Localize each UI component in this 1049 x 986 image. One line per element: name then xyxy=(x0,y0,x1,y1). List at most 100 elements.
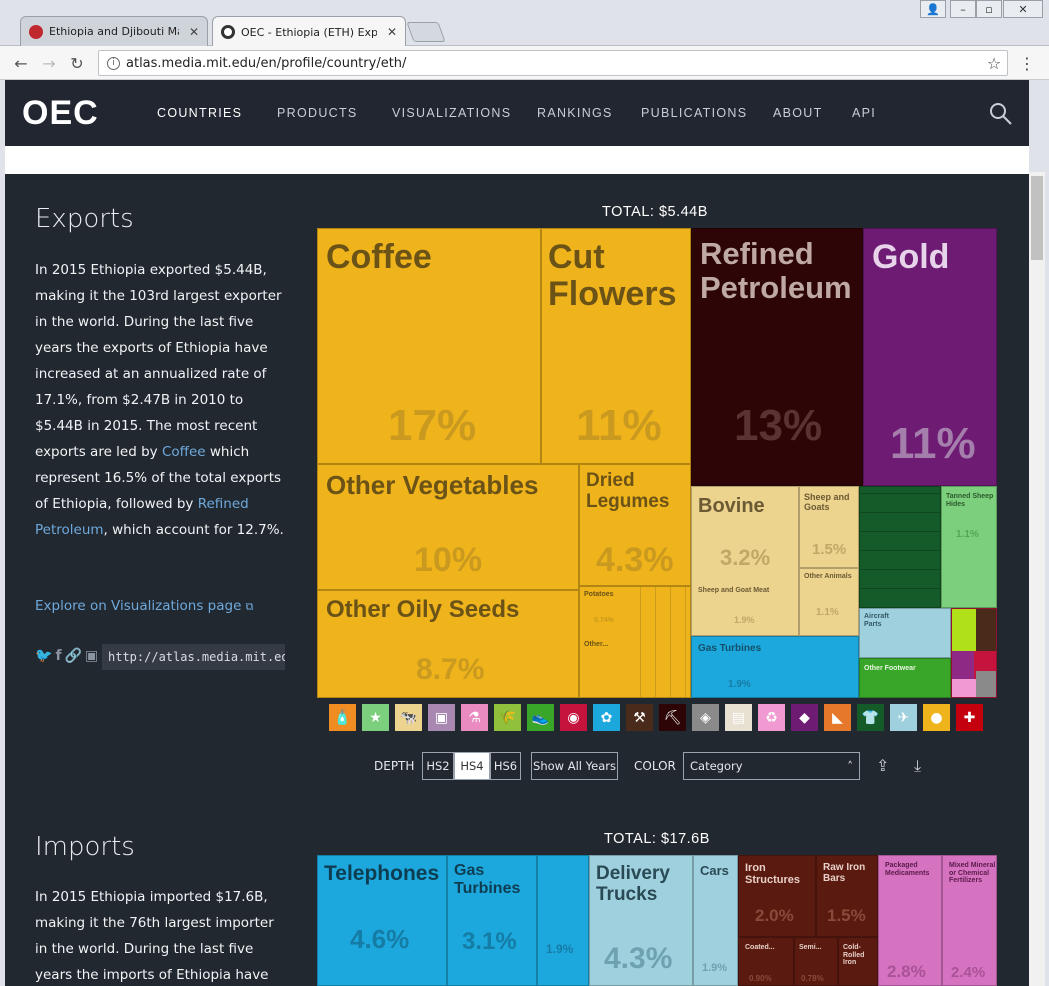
search-icon[interactable] xyxy=(989,102,1013,126)
category-icon-12[interactable]: ◈ xyxy=(692,704,719,731)
treemap-green-block[interactable] xyxy=(859,486,941,608)
tile-pct: 0.78% xyxy=(801,974,824,983)
imports-tile-electrical[interactable]: 1.9% xyxy=(537,855,589,986)
twitter-icon[interactable]: 🐦 xyxy=(35,648,52,664)
image-icon[interactable]: ▣ xyxy=(85,648,98,664)
site-logo[interactable]: OEC xyxy=(22,94,99,133)
page-scrollbar[interactable] xyxy=(1029,172,1045,986)
imports-tile-delivery-trucks[interactable]: Delivery Trucks 4.3% xyxy=(589,855,693,986)
category-icon-4[interactable]: ▣ xyxy=(428,704,455,731)
color-select[interactable]: Category ˄ xyxy=(683,752,860,780)
category-icon-16[interactable]: ◣ xyxy=(824,704,851,731)
profile-content: Exports In 2015 Ethiopia exported $5.44B… xyxy=(5,174,1029,986)
category-icon-17[interactable]: 👕 xyxy=(857,704,884,731)
small-tile xyxy=(952,609,976,651)
imports-tile-semi[interactable]: Semi... 0.78% xyxy=(794,937,838,986)
treemap-tile-gas-turbines[interactable]: Gas Turbines 1.9% xyxy=(691,636,859,698)
category-icon-13[interactable]: ▤ xyxy=(725,704,752,731)
category-icon-19[interactable]: ● xyxy=(923,704,950,731)
menu-icon[interactable]: ⋮ xyxy=(1016,52,1038,74)
forward-icon[interactable]: → xyxy=(38,52,60,74)
tile-label: Delivery Trucks xyxy=(596,863,670,905)
treemap-small-mixed[interactable] xyxy=(951,608,997,698)
profile-icon[interactable]: 👤 xyxy=(920,0,946,18)
nav-rankings[interactable]: RANKINGS xyxy=(537,106,613,120)
treemap-tile-other-oily-seeds[interactable]: Other Oily Seeds 8.7% xyxy=(317,590,579,698)
imports-tile-gas-turbines[interactable]: Gas Turbines 3.1% xyxy=(447,855,537,986)
imports-tile-raw-iron-bars[interactable]: Raw Iron Bars 1.5% xyxy=(816,855,878,937)
category-icon-14[interactable]: ♻ xyxy=(758,704,785,731)
nav-visualizations[interactable]: VISUALIZATIONS xyxy=(392,106,511,120)
treemap-tile-tanned-sheep-hides[interactable]: Tanned Sheep Hides 1.1% xyxy=(941,486,997,608)
treemap-small-vegetables[interactable]: Potatoes 0.74% Other... xyxy=(579,586,691,698)
link-icon[interactable]: 🔗 xyxy=(65,648,82,664)
category-icon-3[interactable]: 🐄 xyxy=(395,704,422,731)
browser-tab-1[interactable]: Ethiopia and Djibouti March ✕ xyxy=(20,16,208,46)
treemap-tile-cut-flowers[interactable]: Cut Flowers 11% xyxy=(541,228,691,464)
depth-hs6-button[interactable]: HS6 xyxy=(490,752,521,780)
scrollbar-thumb[interactable] xyxy=(1031,176,1043,260)
imports-tile-iron-structures[interactable]: Iron Structures 2.0% xyxy=(738,855,816,937)
nav-products[interactable]: PRODUCTS xyxy=(277,106,358,120)
category-icon-2[interactable]: ★ xyxy=(362,704,389,731)
imports-tile-packaged-medicaments[interactable]: Packaged Medicaments 2.8% xyxy=(878,855,942,986)
treemap-tile-other-animals[interactable]: Other Animals 1.1% xyxy=(799,568,859,636)
show-all-years-button[interactable]: Show All Years xyxy=(531,752,618,780)
treemap-tile-other-vegetables[interactable]: Other Vegetables 10% xyxy=(317,464,579,590)
category-icon-7[interactable]: 👟 xyxy=(527,704,554,731)
tab-close-icon[interactable]: ✕ xyxy=(387,25,397,39)
treemap-tile-gold[interactable]: Gold 11% xyxy=(863,228,997,486)
category-icon-9[interactable]: ✿ xyxy=(593,704,620,731)
treemap-tile-coffee[interactable]: Coffee 17% xyxy=(317,228,541,464)
category-icon-8[interactable]: ◉ xyxy=(560,704,587,731)
treemap-tile-bovine[interactable]: Bovine 3.2% Sheep and Goat Meat 1.9% xyxy=(691,486,799,636)
category-icon-11[interactable]: ⛏ xyxy=(659,704,686,731)
treemap-tile-sheep-goats[interactable]: Sheep and Goats 1.5% xyxy=(799,486,859,568)
treemap-tile-refined-petroleum[interactable]: Refined Petroleum 13% xyxy=(691,228,863,486)
explore-visualizations-link[interactable]: Explore on Visualizations page ⧉ xyxy=(35,598,254,614)
imports-tile-cars[interactable]: Cars 1.9% xyxy=(693,855,738,986)
category-icon-20[interactable]: ✚ xyxy=(956,704,983,731)
imports-treemap[interactable]: Telephones 4.6% Gas Turbines 3.1% 1.9% D… xyxy=(317,855,997,986)
exports-heading: Exports xyxy=(35,204,134,234)
info-icon[interactable]: i xyxy=(107,56,120,70)
close-window-button[interactable]: ✕ xyxy=(1003,0,1043,18)
nav-api[interactable]: API xyxy=(852,106,876,120)
depth-hs4-button[interactable]: HS4 xyxy=(454,752,490,780)
category-icon-18[interactable]: ✈ xyxy=(890,704,917,731)
exports-treemap[interactable]: Coffee 17% Cut Flowers 11% Refined Petro… xyxy=(317,228,997,698)
imports-tile-telephones[interactable]: Telephones 4.6% xyxy=(317,855,447,986)
maximize-button[interactable]: ▫ xyxy=(976,0,1002,18)
category-icon-1[interactable]: 🧴 xyxy=(329,704,356,731)
permalink-field[interactable]: http://atlas.media.mit.edu/en/ xyxy=(102,644,285,670)
imports-tile-coated[interactable]: Coated... 0.90% xyxy=(738,937,794,986)
imports-tile-cold-rolled-iron[interactable]: Cold-Rolled Iron xyxy=(838,937,878,986)
depth-hs2-button[interactable]: HS2 xyxy=(422,752,454,780)
treemap-tile-dried-legumes[interactable]: Dried Legumes 4.3% xyxy=(579,464,691,586)
category-icon-5[interactable]: ⚗ xyxy=(461,704,488,731)
tab-close-icon[interactable]: ✕ xyxy=(189,25,199,39)
url-bar[interactable]: i atlas.media.mit.edu/en/profile/country… xyxy=(98,50,1008,76)
download-icon[interactable]: ⤓ xyxy=(914,756,921,776)
category-icon-10[interactable]: ⚒ xyxy=(626,704,653,731)
small-tile xyxy=(976,671,996,697)
minimize-button[interactable]: – xyxy=(950,0,976,18)
imports-tile-mixed-fertilizers[interactable]: Mixed Mineral or Chemical Fertilizers 2.… xyxy=(942,855,997,986)
nav-countries[interactable]: COUNTRIES xyxy=(157,106,242,120)
back-icon[interactable]: ← xyxy=(10,52,32,74)
facebook-icon[interactable]: f xyxy=(55,648,61,664)
tile-label: Gold xyxy=(872,238,950,276)
reload-icon[interactable]: ↻ xyxy=(66,52,88,74)
new-tab-button[interactable] xyxy=(406,22,446,42)
treemap-tile-aircraft-parts[interactable]: Aircraft Parts xyxy=(859,608,951,658)
nav-about[interactable]: ABOUT xyxy=(773,106,823,120)
share-export-icon[interactable]: ⇪ xyxy=(876,756,889,775)
treemap-tile-other-footwear[interactable]: Other Footwear xyxy=(859,658,951,698)
star-icon[interactable]: ☆ xyxy=(983,52,1005,74)
tile-pct: 3.2% xyxy=(720,545,771,570)
browser-tab-2[interactable]: OEC - Ethiopia (ETH) Export ✕ xyxy=(212,16,406,47)
category-icon-15[interactable]: ◆ xyxy=(791,704,818,731)
nav-publications[interactable]: PUBLICATIONS xyxy=(641,106,747,120)
category-icon-6[interactable]: 🌾 xyxy=(494,704,521,731)
coffee-link[interactable]: Coffee xyxy=(162,444,206,460)
